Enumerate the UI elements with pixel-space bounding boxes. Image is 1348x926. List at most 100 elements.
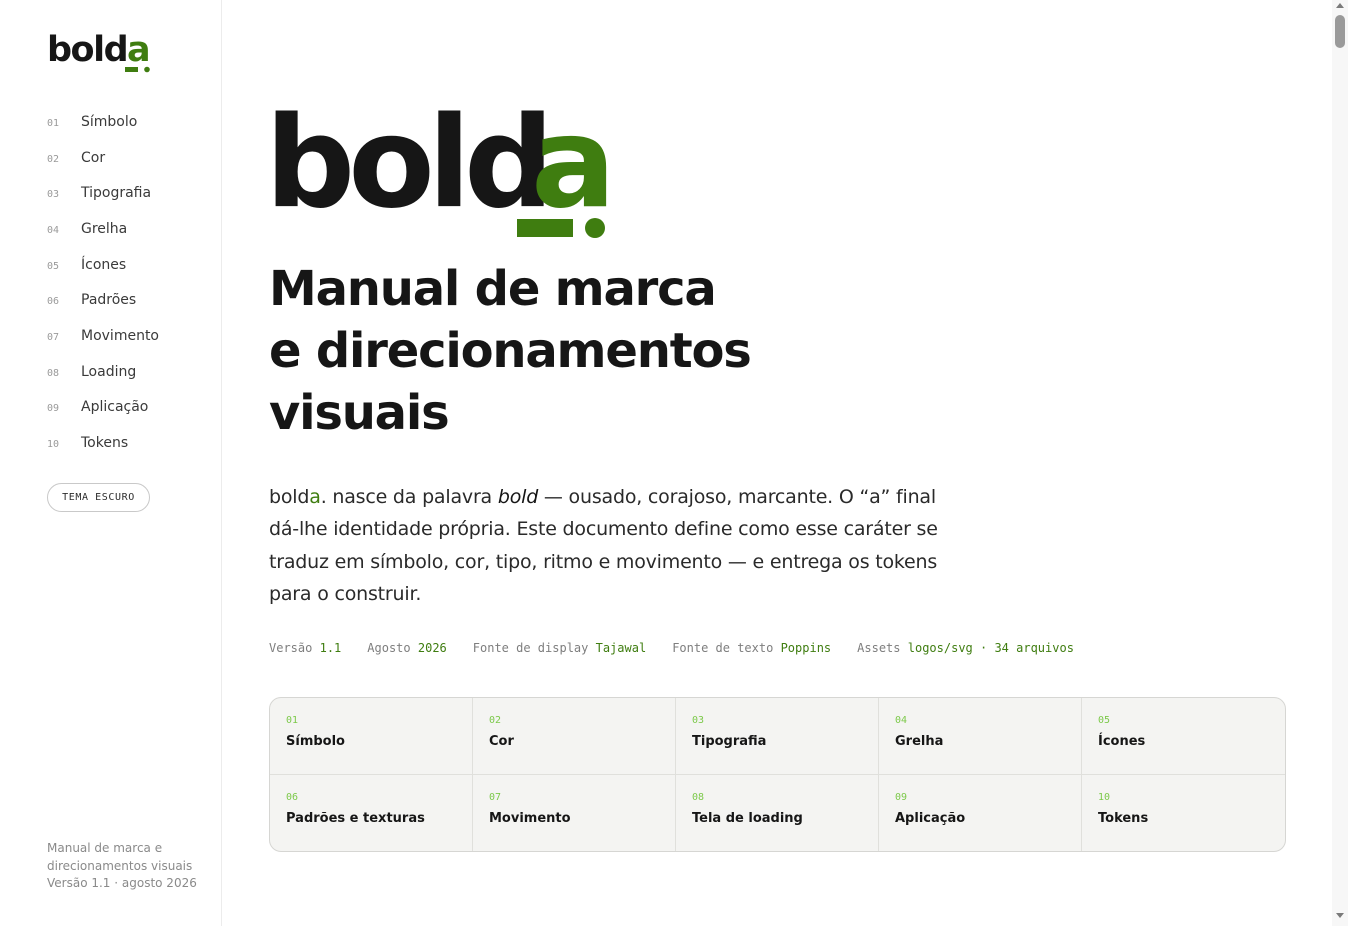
sidebar-footer: Manual de marca e direcionamentos visuai… [47,840,207,893]
sidebar-item-number: 01 [47,117,60,129]
sidebar-item-number: 09 [47,403,60,415]
sidebar-item-number: 03 [47,189,60,201]
logo-underscore-mark [125,67,138,72]
sidebar-item-icones[interactable]: 05 Ícones [47,247,159,283]
section-card-title: Cor [489,734,514,749]
section-card-tokens[interactable]: 10 Tokens [1082,775,1285,851]
section-card-title: Símbolo [286,734,345,749]
section-card-number: 05 [1098,715,1111,726]
logo-dot-mark [144,66,150,73]
sidebar-item-number: 10 [47,439,60,451]
section-card-title: Aplicação [895,811,966,826]
sidebar-item-tokens[interactable]: 10 Tokens [47,425,159,461]
meta-label: Fonte de texto [672,641,774,655]
section-card-aplicacao[interactable]: 09 Aplicação [879,775,1082,851]
dark-theme-toggle-button[interactable]: TEMA ESCURO [47,483,150,512]
section-card-simbolo[interactable]: 01 Símbolo [270,698,473,775]
sidebar-item-simbolo[interactable]: 01 Símbolo [47,104,159,140]
sidebar-item-number: 05 [47,260,60,272]
hero-logo-word: bold [269,106,547,236]
section-card-grelha[interactable]: 04 Grelha [879,698,1082,775]
section-card-tipografia[interactable]: 03 Tipografia [676,698,879,775]
sidebar: bold a 01 Símbolo 02 Cor 03 Tipografia 04 Gr… [0,0,222,926]
meta-label: Fonte de display [472,641,589,655]
section-card-padroes[interactable]: 06 Padrões e texturas [270,775,473,851]
sidebar-item-cor[interactable]: 02 Cor [47,140,159,176]
sidebar-item-padroes[interactable]: 06 Padrões [47,282,159,318]
section-card-title: Tela de loading [692,811,803,826]
meta-assets: Assets logos/svg · 34 arquivos [857,641,1074,655]
meta-label: Assets [857,641,901,655]
section-card-movimento[interactable]: 07 Movimento [473,775,676,851]
sidebar-item-aplicacao[interactable]: 09 Aplicação [47,390,159,426]
sidebar-item-label: Loading [81,363,137,380]
intro-brand-accent: a [309,486,321,508]
meta-value: 1.1 [319,641,342,655]
sidebar-item-label: Aplicação [81,399,149,416]
sidebar-item-label: Padrões [81,292,137,309]
sidebar-item-tipografia[interactable]: 03 Tipografia [47,175,159,211]
scroll-up-arrow-icon[interactable] [1336,3,1344,8]
sidebar-item-number: 04 [47,224,60,236]
bolda-logo-small: bold a [47,30,151,73]
sidebar-item-label: Cor [81,149,106,166]
section-card-title: Movimento [489,811,571,826]
sidebar-item-movimento[interactable]: 07 Movimento [47,318,159,354]
vertical-scrollbar[interactable] [1332,0,1348,926]
meta-value: Tajawal [595,641,647,655]
section-card-title: Padrões e texturas [286,811,425,826]
page-title: Manual de marca e direcionamentos visuai… [269,258,829,444]
section-card-loading[interactable]: 08 Tela de loading [676,775,879,851]
section-card-title: Tokens [1098,811,1149,826]
sidebar-item-label: Movimento [81,327,159,344]
intro-text-1: . nasce da palavra [320,486,498,508]
meta-label: Versão [269,641,313,655]
section-card-number: 06 [286,792,299,803]
meta-label: Agosto [367,641,411,655]
sidebar-item-label: Grelha [81,220,128,237]
scroll-down-arrow-icon[interactable] [1336,913,1344,918]
meta-display-font: Fonte de display Tajawal [473,641,646,655]
sidebar-item-number: 06 [47,296,60,308]
page-title-line-2: e direcionamentos [269,323,752,379]
sidebar-item-grelha[interactable]: 04 Grelha [47,211,159,247]
section-card-title: Grelha [895,734,944,749]
logo-word: bold [47,30,127,70]
scrollbar-thumb[interactable] [1335,15,1345,48]
footer-version: Versão 1.1 · agosto 2026 [47,876,197,890]
section-card-cor[interactable]: 02 Cor [473,698,676,775]
intro-emphasis: bold [497,486,539,508]
section-card-number: 03 [692,715,705,726]
section-card-title: Ícones [1098,734,1146,749]
sidebar-item-loading[interactable]: 08 Loading [47,354,159,390]
section-card-number: 08 [692,792,705,803]
sidebar-item-label: Tokens [81,435,129,452]
meta-version: Versão 1.1 [269,641,341,655]
page-title-line-1: Manual de marca [269,261,717,317]
footer-title-line-2: direcionamentos visuais [47,858,193,873]
sidebar-item-number: 07 [47,331,60,343]
meta-value[interactable]: logos/svg · 34 arquivos [908,641,1074,655]
intro-brand-word: bold [269,486,310,508]
logo-accent-letter: a [127,30,151,70]
section-card-icones[interactable]: 05 Ícones [1082,698,1285,775]
main-content: bold a Manual de marca e direcionamentos… [269,0,1309,926]
sidebar-item-label: Ícones [81,256,127,273]
sidebar-item-number: 02 [47,153,60,165]
footer-title-line-1: Manual de marca e [47,841,163,855]
page-title-line-3: visuais [269,385,450,441]
section-card-number: 07 [489,792,502,803]
section-card-number: 02 [489,715,502,726]
section-card-title: Tipografia [692,734,767,749]
sidebar-logo[interactable]: bold a [47,28,157,76]
sidebar-nav: 01 Símbolo 02 Cor 03 Tipografia 04 Grelha 05… [47,104,159,461]
document-meta: Versão 1.1 Agosto 2026 Fonte de display … [269,641,1074,655]
meta-value: 2026 [417,641,447,655]
sidebar-item-label: Tipografia [81,185,152,202]
meta-text-font: Fonte de texto Poppins [672,641,831,655]
hero-logo-underscore-mark [517,219,573,237]
sidebar-item-number: 08 [47,367,60,379]
section-card-number: 10 [1098,792,1111,803]
section-index-grid: 01 Símbolo 02 Cor 03 Tipografia 04 Grelha 05… [269,697,1286,852]
hero-logo-dot-mark [585,218,605,238]
